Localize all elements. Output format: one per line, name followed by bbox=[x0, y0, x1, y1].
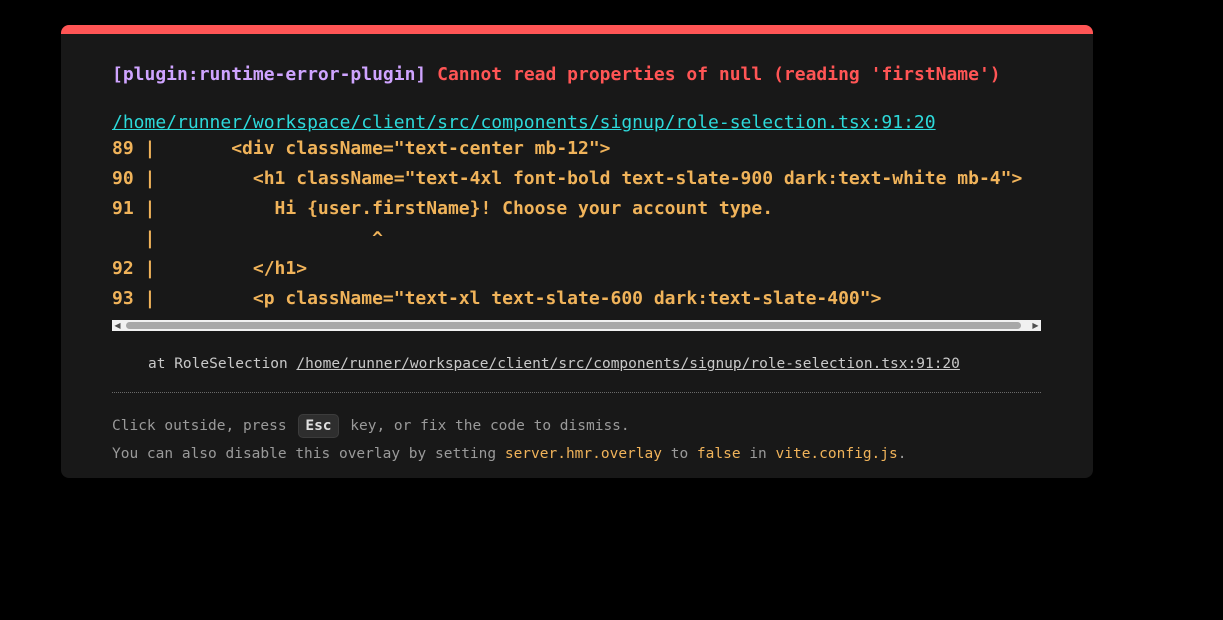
esc-key-badge: Esc bbox=[299, 415, 338, 437]
scrollbar-thumb[interactable] bbox=[126, 322, 1021, 329]
code-line-caret: | ^ bbox=[112, 228, 383, 249]
stack-prefix: at RoleSelection bbox=[148, 356, 288, 372]
triangle-right-icon[interactable]: ▶ bbox=[1030, 320, 1041, 331]
code-frame: 89 | <div className="text-center mb-12">… bbox=[112, 129, 1041, 315]
tip-disable-before: You can also disable this overlay by set… bbox=[112, 446, 497, 462]
tip-disable-in: in bbox=[749, 446, 767, 462]
tip-dismiss-after: key, or fix the code to dismiss. bbox=[350, 418, 630, 434]
config-value: false bbox=[696, 446, 741, 462]
code-line-93: 93 | <p className="text-xl text-slate-60… bbox=[112, 288, 882, 309]
config-file: vite.config.js bbox=[775, 446, 898, 462]
tip-disable-end: . bbox=[897, 446, 907, 462]
error-overlay: [plugin:runtime-error-plugin] Cannot rea… bbox=[61, 25, 1093, 478]
triangle-left-icon[interactable]: ◀ bbox=[112, 320, 123, 331]
code-line-92: 92 | </h1> bbox=[112, 258, 308, 279]
stack-trace: at RoleSelection /home/runner/workspace/… bbox=[148, 354, 960, 374]
stack-file-link[interactable]: /home/runner/workspace/client/src/compon… bbox=[296, 356, 959, 372]
code-frame-scrollbar[interactable]: ◀ ▶ bbox=[112, 320, 1041, 331]
divider bbox=[112, 392, 1041, 393]
plugin-name: [plugin:runtime-error-plugin] bbox=[112, 64, 427, 85]
config-key: server.hmr.overlay bbox=[504, 446, 662, 462]
tip-disable-to: to bbox=[670, 446, 689, 462]
error-message: [plugin:runtime-error-plugin] Cannot rea… bbox=[112, 63, 1001, 87]
tip-disable: You can also disable this overlay by set… bbox=[112, 444, 906, 464]
tip-dismiss-before: Click outside, press bbox=[112, 418, 287, 434]
error-text: Cannot read properties of null (reading … bbox=[437, 64, 1001, 85]
code-line-91: 91 | Hi {user.firstName}! Choose your ac… bbox=[112, 198, 774, 219]
code-line-89: 89 | <div className="text-center mb-12"> bbox=[112, 138, 611, 159]
code-line-90: 90 | <h1 className="text-4xl font-bold t… bbox=[112, 168, 1023, 189]
tip-dismiss: Click outside, press Esc key, or fix the… bbox=[112, 415, 630, 437]
